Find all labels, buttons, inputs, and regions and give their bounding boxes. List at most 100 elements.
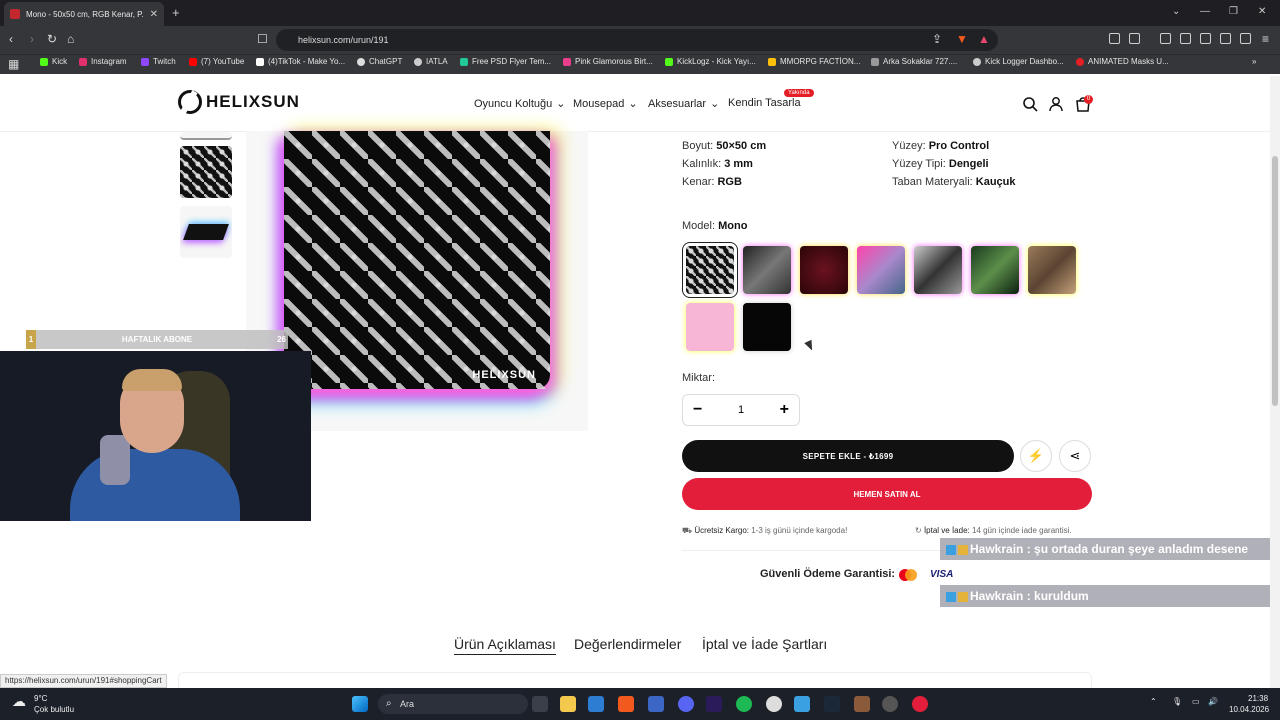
media-icon[interactable] xyxy=(1160,33,1171,44)
app-icon-next[interactable] xyxy=(706,696,722,712)
game-icon[interactable] xyxy=(854,696,870,712)
tab-cancel-return-terms[interactable]: İptal ve İade Şartları xyxy=(702,636,827,652)
increase-quantity-button[interactable]: + xyxy=(780,401,789,419)
bookmark-twitch[interactable]: Twitch xyxy=(141,57,176,66)
bookmark-kick-logger[interactable]: Kick Logger Dashbo... xyxy=(973,57,1064,66)
page-scrollbar[interactable] xyxy=(1270,76,1280,688)
share-product-icon[interactable]: ⋖ xyxy=(1059,440,1091,472)
maximize-icon[interactable]: ❐ xyxy=(1229,6,1238,17)
model-swatch-3[interactable] xyxy=(800,246,848,294)
model-swatch-pink[interactable] xyxy=(686,303,734,351)
close-window-icon[interactable]: ✕ xyxy=(1258,6,1266,17)
weather-temp[interactable]: 9°C xyxy=(34,694,47,703)
model-swatch-4[interactable] xyxy=(857,246,905,294)
app-icon-2[interactable] xyxy=(794,696,810,712)
sidebar-icon[interactable] xyxy=(1180,33,1191,44)
back-icon[interactable]: ‹ xyxy=(9,32,13,46)
apps-grid-icon[interactable]: ▦ xyxy=(8,57,19,71)
windows-taskbar xyxy=(0,688,1280,720)
sub-goal-title: HAFTALIK ABONE xyxy=(121,335,193,344)
bookmark-icon[interactable]: ☐ xyxy=(257,32,268,46)
quick-buy-lightning-icon[interactable]: ⚡ xyxy=(1020,440,1052,472)
app-icon-1[interactable] xyxy=(648,696,664,712)
forward-icon[interactable]: › xyxy=(30,32,34,46)
tab-search-icon[interactable]: ⌄ xyxy=(1172,6,1180,17)
network-icon[interactable]: ▭ xyxy=(1192,697,1200,706)
add-to-cart-button[interactable]: SEPETE EKLE - ₺1699 xyxy=(682,440,1014,472)
user-icon[interactable] xyxy=(1048,96,1064,112)
bookmark-animated-masks[interactable]: ANIMATED Masks U... xyxy=(1076,57,1169,66)
spotify-icon[interactable] xyxy=(736,696,752,712)
taskbar-search[interactable]: Ara xyxy=(378,694,528,714)
bookmark-tiktok[interactable]: (4)TikTok - Make Yo... xyxy=(256,57,345,66)
bookmark-chatgpt[interactable]: ChatGPT xyxy=(357,57,402,66)
steam-icon[interactable] xyxy=(824,696,840,712)
model-swatch-7[interactable] xyxy=(1028,246,1076,294)
chevron-down-icon: ⌄ xyxy=(710,98,720,110)
reload-icon[interactable]: ↻ xyxy=(47,32,57,46)
screenshot-icon[interactable] xyxy=(1129,33,1140,44)
search-icon[interactable] xyxy=(1022,96,1038,112)
windows-start-icon[interactable] xyxy=(352,696,368,712)
obs-icon[interactable] xyxy=(882,696,898,712)
bookmark-kick[interactable]: Kick xyxy=(40,57,67,66)
browser-tab-bar: Mono - 50x50 cm, RGB Kenar, P... ✕ + ⌄ —… xyxy=(0,0,1280,26)
microphone-icon[interactable]: 🎙 xyxy=(1172,697,1182,706)
menu-icon[interactable]: ≡ xyxy=(1262,32,1269,46)
minimize-icon[interactable]: — xyxy=(1200,6,1210,17)
weather-desc[interactable]: Çok bulutlu xyxy=(34,705,74,714)
clock-date[interactable]: 10.04.2026 xyxy=(1229,705,1269,714)
buy-now-button[interactable]: HEMEN SATIN AL xyxy=(682,478,1092,510)
nav-kendin-tasarla[interactable]: Kendin Tasarla xyxy=(728,97,801,109)
extensions-icon[interactable] xyxy=(1109,33,1120,44)
tray-chevron-icon[interactable]: ⌃ xyxy=(1150,697,1157,706)
nav-mousepad[interactable]: Mousepad ⌄ xyxy=(573,97,638,111)
tab-product-description[interactable]: Ürün Açıklaması xyxy=(454,636,556,655)
more-bookmarks-icon[interactable]: » xyxy=(1252,57,1256,66)
close-tab-icon[interactable]: ✕ xyxy=(150,9,158,20)
model-swatch-6[interactable] xyxy=(971,246,1019,294)
quantity-value[interactable]: 1 xyxy=(738,404,744,416)
decrease-quantity-button[interactable]: − xyxy=(693,401,702,419)
thumbnail-2[interactable] xyxy=(180,146,232,198)
site-logo[interactable]: HELIXSUN xyxy=(178,90,300,114)
address-input[interactable]: helixsun.com/urun/191 xyxy=(276,29,998,51)
bookmark-kicklogz[interactable]: KickLogz - Kick Yayı... xyxy=(665,57,756,66)
bookmark-mmorpg[interactable]: MMORPG FACTİON... xyxy=(768,57,860,66)
model-swatch-5[interactable] xyxy=(914,246,962,294)
task-view-icon[interactable] xyxy=(532,696,548,712)
home-icon[interactable]: ⌂ xyxy=(67,32,74,46)
vpn-icon[interactable] xyxy=(1240,33,1251,44)
brave-shield-icon[interactable]: ▼ xyxy=(956,32,968,46)
file-explorer-icon[interactable] xyxy=(560,696,576,712)
bookmark-freepsd[interactable]: Free PSD Flyer Tem... xyxy=(460,57,551,66)
browser-tab[interactable]: Mono - 50x50 cm, RGB Kenar, P... ✕ xyxy=(4,2,164,26)
model-swatch-2[interactable] xyxy=(743,246,791,294)
clock-time[interactable]: 21:38 xyxy=(1248,694,1268,703)
tab-reviews[interactable]: Değerlendirmeler xyxy=(574,636,681,652)
bookmark-arka-sokaklar[interactable]: Arka Sokaklar 727.... xyxy=(871,57,957,66)
share-icon[interactable]: ⇪ xyxy=(932,32,942,46)
volume-icon[interactable]: 🔊 xyxy=(1208,697,1218,706)
weather-cloud-icon[interactable]: ☁ xyxy=(12,693,26,710)
store-icon[interactable] xyxy=(588,696,604,712)
nav-oyuncu-koltugu[interactable]: Oyuncu Koltuğu ⌄ xyxy=(474,97,566,111)
bookmark-pink-glamorous[interactable]: Pink Glamorous Birt... xyxy=(563,57,653,66)
model-swatch-mono[interactable] xyxy=(682,242,738,298)
thumbnail-3[interactable] xyxy=(180,206,232,258)
leo-ai-icon[interactable] xyxy=(1220,33,1231,44)
bookmark-instagram[interactable]: Instagram xyxy=(79,57,127,66)
brave-rewards-icon[interactable]: ▲ xyxy=(978,32,990,46)
discord-icon[interactable] xyxy=(678,696,694,712)
bookmark-youtube[interactable]: (7) YouTube xyxy=(189,57,244,66)
model-swatch-black[interactable] xyxy=(743,303,791,351)
nav-aksesuarlar[interactable]: Aksesuarlar ⌄ xyxy=(648,97,720,111)
thumbnail-1[interactable] xyxy=(180,132,232,140)
new-tab-icon[interactable]: + xyxy=(172,5,180,20)
settings-gear-icon[interactable] xyxy=(766,696,782,712)
bookmark-iatla[interactable]: IATLA xyxy=(414,57,448,66)
wallet-icon[interactable] xyxy=(1200,33,1211,44)
app-icon-3[interactable] xyxy=(912,696,928,712)
brave-browser-icon[interactable] xyxy=(618,696,634,712)
visa-icon: VISA xyxy=(930,569,954,580)
